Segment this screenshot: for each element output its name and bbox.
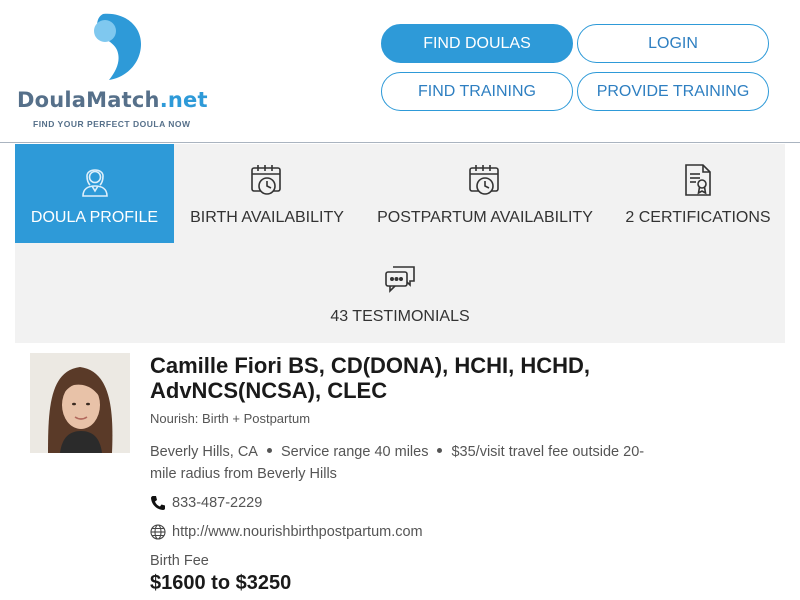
tab-label: 43 TESTIMONIALS (330, 308, 470, 325)
find-training-button[interactable]: FIND TRAINING (381, 72, 573, 111)
site-header: DoulaMatch.net FIND YOUR PERFECT DOULA N… (0, 0, 800, 143)
provide-training-button[interactable]: PROVIDE TRAINING (577, 72, 769, 111)
tab-birth-availability[interactable]: BIRTH AVAILABILITY (184, 144, 350, 243)
birth-fee-value: $1600 to $3250 (150, 572, 292, 594)
location-text: Beverly Hills, CA (150, 444, 258, 460)
globe-icon (150, 524, 166, 540)
tab-label: POSTPARTUM AVAILABILITY (377, 209, 593, 226)
phone-row[interactable]: 833-487-2229 (150, 495, 262, 511)
login-button[interactable]: LOGIN (577, 24, 769, 63)
phone-icon (150, 495, 166, 511)
website-row[interactable]: http://www.nourishbirthpostpartum.com (150, 524, 423, 540)
doula-person-icon (81, 162, 109, 198)
tab-label: BIRTH AVAILABILITY (190, 209, 344, 226)
tab-label: 2 CERTIFICATIONS (625, 209, 771, 226)
business-name: Nourish: Birth + Postpartum (150, 411, 311, 426)
separator-dot (266, 447, 272, 453)
tab-testimonials[interactable]: 43 TESTIMONIALS (315, 243, 485, 343)
logo-wordmark[interactable]: DoulaMatch.net (17, 88, 208, 112)
profile-tabs: DOULA PROFILE BIRTH AVAILABILITY POSTPAR (15, 144, 785, 343)
find-doulas-button[interactable]: FIND DOULAS (381, 24, 573, 63)
tagline: FIND YOUR PERFECT DOULA NOW (33, 119, 191, 129)
logo-icon[interactable] (91, 12, 143, 82)
tab-doula-profile[interactable]: DOULA PROFILE (15, 144, 174, 243)
tab-certifications[interactable]: 2 CERTIFICATIONS (620, 144, 776, 243)
service-range: Service range 40 miles (280, 444, 429, 460)
separator-dot (437, 447, 443, 453)
website-link[interactable]: http://www.nourishbirthpostpartum.com (172, 524, 423, 540)
chat-bubbles-icon (383, 261, 417, 297)
location-info: Beverly Hills, CA Service range 40 miles $… (150, 441, 670, 485)
tab-postpartum-availability[interactable]: POSTPARTUM AVAILABILITY (372, 144, 598, 243)
certificate-icon (684, 162, 712, 198)
tab-label: DOULA PROFILE (30, 209, 159, 226)
doula-photo (30, 353, 130, 453)
calendar-clock-icon (250, 162, 284, 198)
doula-name: Camille Fiori BS, CD(DONA), HCHI, HCHD, … (150, 353, 591, 403)
birth-fee-label: Birth Fee (150, 553, 209, 569)
calendar-clock-icon (468, 162, 502, 198)
phone-number[interactable]: 833-487-2229 (172, 495, 262, 511)
